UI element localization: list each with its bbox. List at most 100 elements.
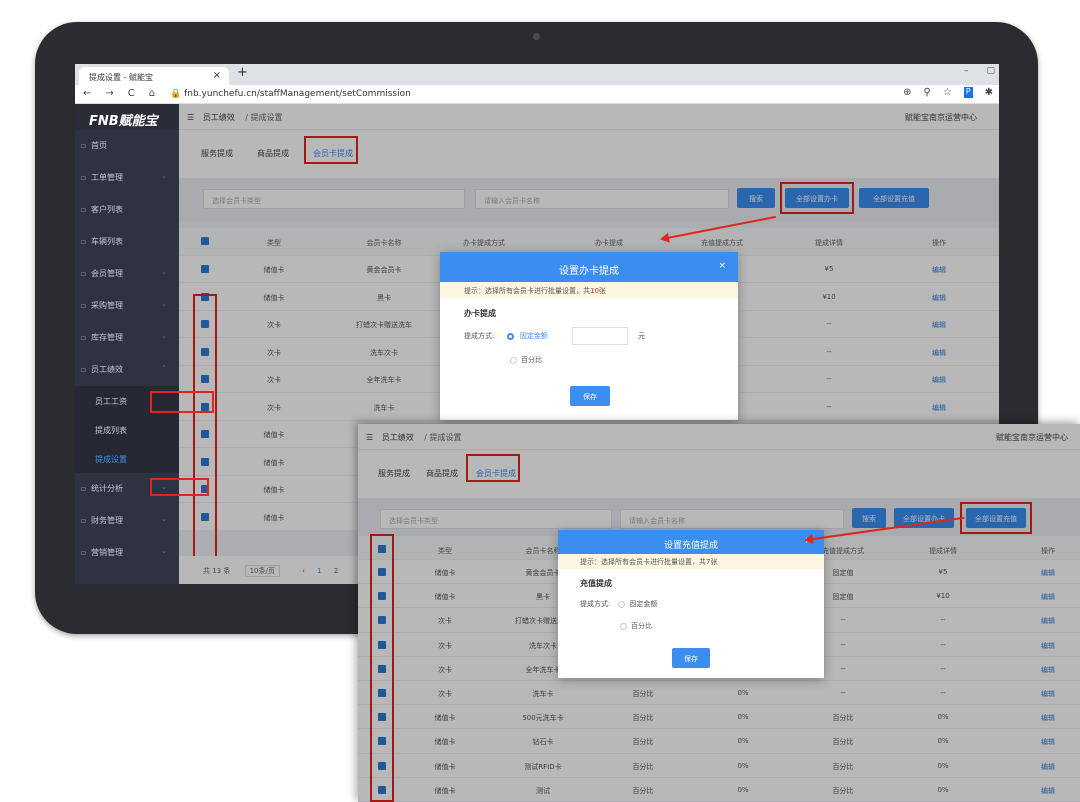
sidebar-item-label: 提成设置: [95, 455, 127, 464]
tip-prefix: 提示：选择所有会员卡进行批量设置，共: [464, 287, 590, 295]
amount-input[interactable]: [572, 327, 628, 345]
modal-recharge-header: 设置充值提成×: [558, 530, 824, 554]
radio-fixed-label: 固定金额: [519, 332, 548, 340]
camera-dot: [533, 33, 540, 40]
modal-recharge-title: 设置充值提成: [663, 541, 718, 551]
recharge-radio-percent-label: 百分比: [631, 622, 652, 630]
tip-count: 10: [590, 287, 599, 295]
sidebar-item-label: 首页: [91, 141, 107, 150]
zoom-icon[interactable]: ⚲: [923, 87, 930, 98]
chevron-icon: ⌄: [161, 268, 167, 276]
home-icon: ▫: [81, 141, 87, 150]
new-tab-button[interactable]: +: [237, 65, 248, 80]
tip-suffix: 张: [598, 287, 606, 295]
modal-card-save-button[interactable]: 保存: [570, 386, 610, 406]
sidebar-item-10[interactable]: 提成设置: [75, 444, 179, 473]
sidebar-item-label: 统计分析: [91, 484, 123, 493]
sidebar-item-label: 车辆列表: [91, 237, 123, 246]
recharge-method-label: 提成方式:: [580, 600, 611, 608]
modal-card-tip: 提示：选择所有会员卡进行批量设置，共10张: [440, 282, 738, 298]
recharge-radio-fixed-label: 固定金额: [629, 600, 658, 608]
stats-icon: ▫: [81, 484, 87, 493]
reload-icon[interactable]: C: [128, 88, 135, 99]
sidebar-item-label: 会员管理: [91, 269, 123, 278]
sidebar-item-label: 客户列表: [91, 205, 123, 214]
tab-close-icon[interactable]: ×: [213, 70, 221, 81]
stock-icon: ▫: [81, 333, 87, 342]
address-bar: ← → C ⌂ 🔒 fnb.yunchefu.cn/staffManagement/s…: [75, 85, 999, 104]
highlight-commission-setting: [150, 478, 209, 496]
puzzle-icon[interactable]: ✱: [985, 87, 993, 98]
chevron-icon: ⌃: [161, 364, 167, 372]
logo: FNB赋能宝: [75, 104, 179, 130]
radio-percent-label: 百分比: [521, 356, 542, 364]
sidebar-item-7[interactable]: ▫ 员工绩效 ⌃: [75, 354, 179, 386]
chevron-icon: ⌄: [161, 300, 167, 308]
sidebar-item-label: 财务管理: [91, 516, 123, 525]
url-text: fnb.yunchefu.cn/staffManagement/setCommi…: [184, 89, 411, 99]
sidebar: FNB赋能宝 ▫ 首页 ▫ 工单管理 ⌄ ▫ 客户列表 ▫ 车辆列表 ▫ 会员管理 ⌄ ▫ 采购管理 ⌄ ▫ 库…: [75, 104, 179, 584]
modal-card-method-row: 提成方式: 固定金额 元: [440, 319, 738, 349]
window-controls: – ▢: [964, 66, 999, 76]
recharge-radio-fixed[interactable]: [618, 600, 626, 608]
method-label: 提成方式:: [464, 332, 495, 340]
radio-fixed[interactable]: [506, 332, 514, 340]
modal-card-header: 设置办卡提成 ×: [440, 252, 738, 282]
extension-p-icon[interactable]: P: [963, 87, 973, 98]
purchase-icon: ▫: [81, 301, 87, 310]
modal-card-commission: 设置办卡提成 × 提示：选择所有会员卡进行批量设置，共10张 办卡提成 提成方式:…: [440, 252, 738, 420]
star-icon[interactable]: ☆: [943, 87, 952, 98]
modal-recharge-tip: 提示：选择所有会员卡进行批量设置，共7张: [558, 554, 824, 569]
tab-title: 提成设置 - 赋能宝: [89, 73, 153, 82]
sidebar-item-label: 工单管理: [91, 173, 123, 182]
sidebar-item-3[interactable]: ▫ 车辆列表: [75, 226, 179, 258]
customer-icon: ▫: [81, 205, 87, 214]
sidebar-item-label: 员工绩效: [91, 365, 123, 374]
staff-icon: ▫: [81, 365, 87, 374]
sidebar-item-12[interactable]: ▫ 财务管理 ⌄: [75, 505, 179, 537]
sidebar-menu: ▫ 首页 ▫ 工单管理 ⌄ ▫ 客户列表 ▫ 车辆列表 ▫ 会员管理 ⌄ ▫ 采购管理 ⌄ ▫ 库存管理 ⌄ ▫ 员工…: [75, 130, 179, 569]
sidebar-item-5[interactable]: ▫ 采购管理 ⌄: [75, 290, 179, 322]
back-icon[interactable]: ←: [83, 88, 91, 99]
member-icon: ▫: [81, 269, 87, 278]
home-icon[interactable]: ⌂: [149, 88, 155, 99]
sidebar-item-label: 员工工资: [95, 397, 127, 406]
minimize-icon[interactable]: –: [964, 66, 969, 76]
modal-card-title: 设置办卡提成: [559, 266, 619, 277]
radio-percent[interactable]: [510, 356, 517, 364]
modal-recharge-commission: 设置充值提成× 提示：选择所有会员卡进行批量设置，共7张 充值提成 提成方式: 固…: [558, 530, 824, 678]
sidebar-item-0[interactable]: ▫ 首页: [75, 130, 179, 162]
recharge-radio-percent[interactable]: [620, 622, 627, 630]
maximize-icon[interactable]: ▢: [986, 66, 995, 76]
modal-close-icon[interactable]: ×: [718, 261, 726, 271]
sidebar-item-9[interactable]: 提成列表: [75, 415, 179, 444]
sidebar-item-2[interactable]: ▫ 客户列表: [75, 194, 179, 226]
sidebar-item-1[interactable]: ▫ 工单管理 ⌄: [75, 162, 179, 194]
modal-recharge-method-row: 提成方式: 固定金额: [558, 589, 824, 609]
chevron-icon: ⌄: [161, 332, 167, 340]
sidebar-item-13[interactable]: ▫ 营销管理 ⌄: [75, 537, 179, 569]
sidebar-item-label: 库存管理: [91, 333, 123, 342]
forward-icon[interactable]: →: [105, 88, 113, 99]
browser-tab[interactable]: 提成设置 - 赋能宝 ×: [79, 67, 229, 85]
modal-card-section: 办卡提成: [464, 309, 496, 318]
recharge-screenshot-overlay: ☰ 员工绩效 / 提成设置 赋能宝南京运营中心 服务提成 商品提成 会员卡提成 …: [358, 424, 1080, 802]
finance-icon: ▫: [81, 516, 87, 525]
browser-tab-bar: 提成设置 - 赋能宝 × + – ▢: [75, 64, 999, 85]
sidebar-item-label: 提成列表: [95, 426, 127, 435]
add-icon[interactable]: ⊕: [903, 87, 911, 98]
sidebar-item-6[interactable]: ▫ 库存管理 ⌄: [75, 322, 179, 354]
chevron-icon: ⌄: [161, 172, 167, 180]
sidebar-item-label: 采购管理: [91, 301, 123, 310]
lock-icon: 🔒: [170, 89, 182, 99]
url-field[interactable]: 🔒 fnb.yunchefu.cn/staffManagement/setCom…: [170, 89, 411, 99]
highlight-staff-menu: [150, 391, 214, 413]
chevron-icon: ⌄: [161, 515, 167, 523]
chevron-icon: ⌄: [161, 547, 167, 555]
sidebar-item-label: 营销管理: [91, 548, 123, 557]
marketing-icon: ▫: [81, 548, 87, 557]
modal-card-percent-row: 百分比: [440, 349, 738, 365]
sidebar-item-4[interactable]: ▫ 会员管理 ⌄: [75, 258, 179, 290]
modal-recharge-save-button[interactable]: 保存: [672, 648, 710, 668]
order-icon: ▫: [81, 173, 87, 182]
